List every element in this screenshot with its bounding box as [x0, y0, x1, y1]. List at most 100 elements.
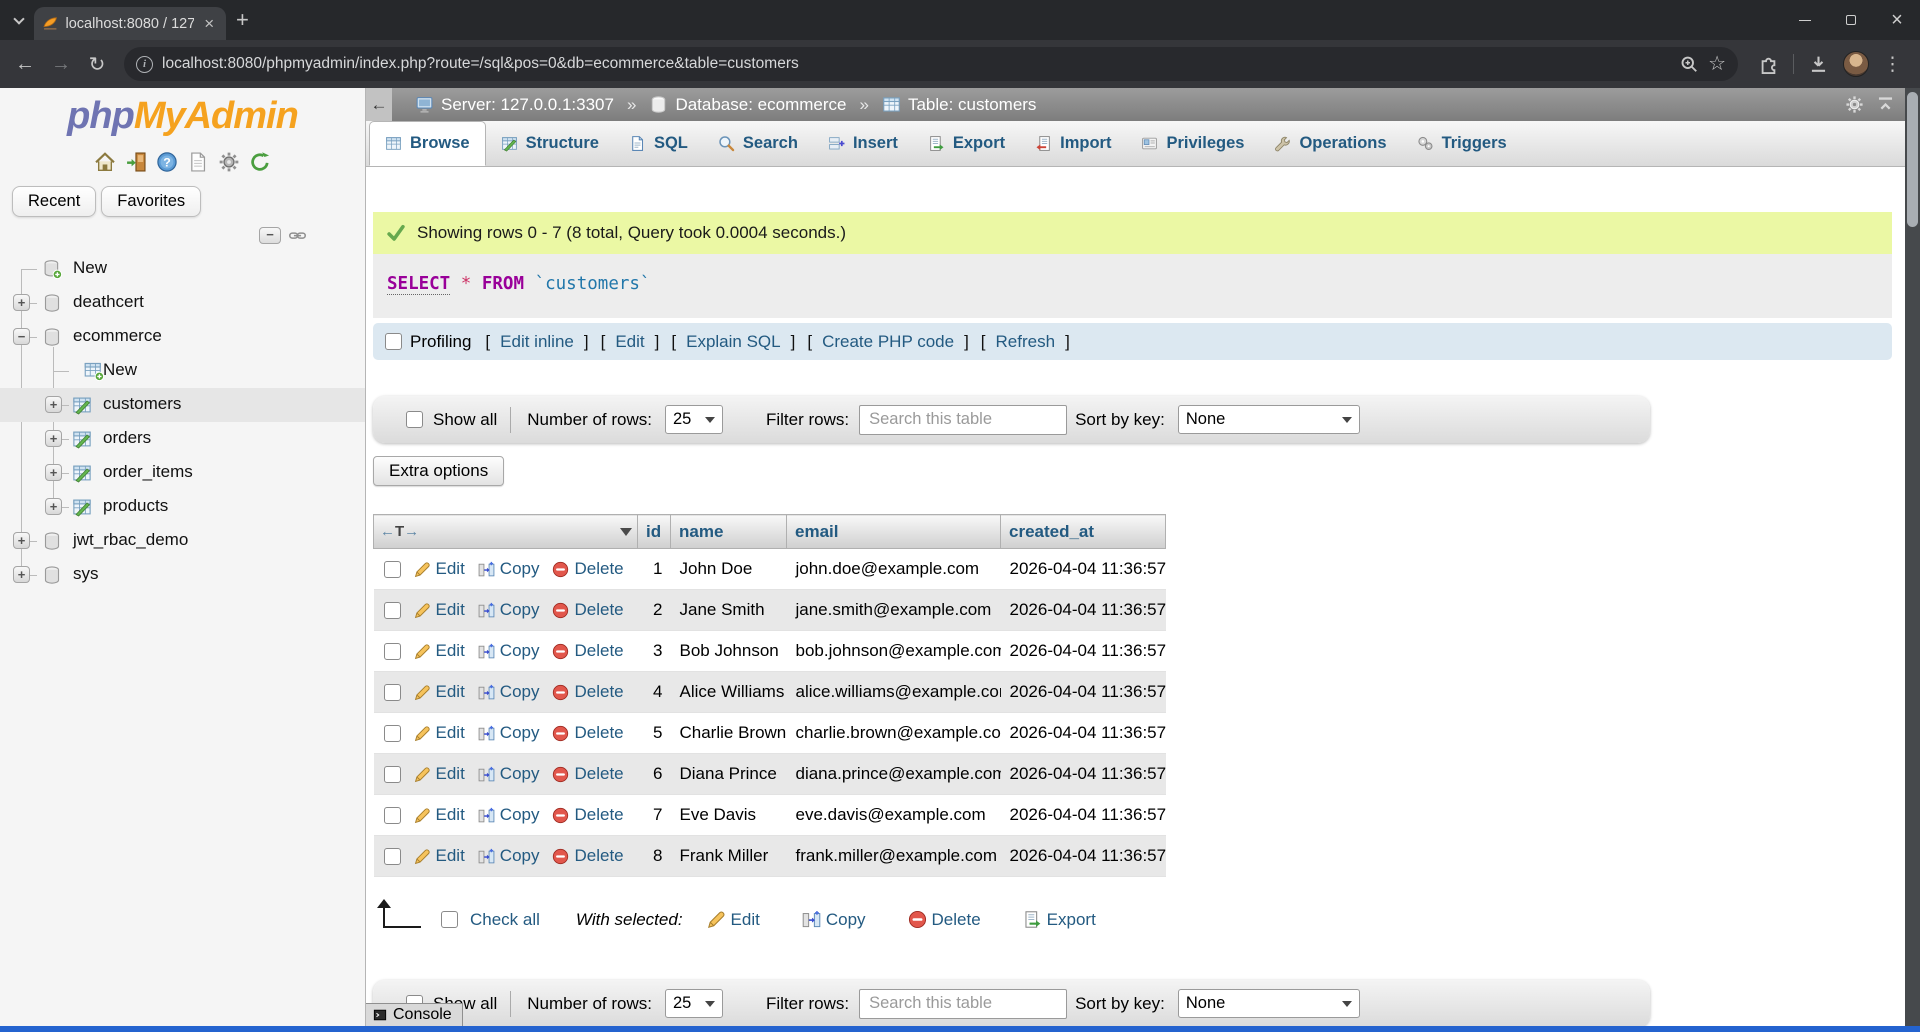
- expand-icon[interactable]: [13, 566, 30, 583]
- column-header-created-at[interactable]: created_at: [1001, 515, 1166, 549]
- settings-gear-icon[interactable]: [218, 151, 240, 173]
- row-edit-link[interactable]: Edit: [414, 846, 465, 866]
- row-delete-link[interactable]: Delete: [552, 641, 623, 661]
- row-select-checkbox[interactable]: [384, 684, 401, 701]
- row-copy-link[interactable]: Copy: [478, 805, 540, 825]
- favorites-tab[interactable]: Favorites: [101, 186, 201, 217]
- row-copy-link[interactable]: Copy: [478, 600, 540, 620]
- new-tab-button[interactable]: +: [236, 10, 249, 30]
- home-icon[interactable]: [94, 151, 116, 173]
- hide-sidebar-button[interactable]: ←: [366, 88, 392, 121]
- profiling-checkbox[interactable]: [385, 333, 402, 350]
- expand-icon[interactable]: [45, 464, 62, 481]
- expand-icon[interactable]: [45, 396, 62, 413]
- row-edit-link[interactable]: Edit: [414, 764, 465, 784]
- page-settings-gear-icon[interactable]: [1845, 95, 1864, 114]
- column-options-icon[interactable]: ←T→: [380, 523, 419, 540]
- tree-item-customers[interactable]: customers: [0, 388, 365, 422]
- tree-item-ecommerce[interactable]: ecommerce: [0, 320, 365, 354]
- row-edit-link[interactable]: Edit: [414, 559, 465, 579]
- row-select-checkbox[interactable]: [384, 766, 401, 783]
- tab-operations[interactable]: Operations: [1259, 121, 1401, 166]
- expand-icon[interactable]: [13, 294, 30, 311]
- row-options-header[interactable]: ←T→: [374, 515, 638, 549]
- table-filter-input[interactable]: [859, 405, 1067, 435]
- edit-link[interactable]: Edit: [615, 332, 644, 352]
- sort-by-key-select[interactable]: None: [1178, 989, 1360, 1018]
- row-edit-link[interactable]: Edit: [414, 600, 465, 620]
- breadcrumb-table[interactable]: Table: customers: [882, 95, 1037, 115]
- tree-item-new-database[interactable]: New: [0, 252, 365, 286]
- site-info-icon[interactable]: i: [136, 56, 153, 73]
- row-copy-link[interactable]: Copy: [478, 723, 540, 743]
- tab-insert[interactable]: Insert: [813, 121, 913, 166]
- collapse-all-button[interactable]: [259, 227, 281, 244]
- logout-icon[interactable]: [125, 151, 147, 173]
- extra-options-button[interactable]: Extra options: [373, 456, 504, 486]
- row-edit-link[interactable]: Edit: [414, 723, 465, 743]
- link-databases-icon[interactable]: [288, 226, 307, 245]
- sort-descending-icon[interactable]: [620, 528, 632, 536]
- number-of-rows-select[interactable]: 25: [665, 405, 723, 434]
- browser-menu-icon[interactable]: ⋮: [1883, 53, 1902, 76]
- tab-search-button[interactable]: [8, 10, 30, 32]
- help-icon[interactable]: [156, 151, 178, 173]
- scrollbar-thumb[interactable]: [1907, 92, 1918, 227]
- tab-sql[interactable]: SQL: [614, 121, 703, 166]
- extensions-icon[interactable]: [1758, 54, 1779, 75]
- collapse-icon[interactable]: [13, 328, 30, 345]
- sql-query-box[interactable]: SELECT * FROM `customers`: [373, 254, 1892, 318]
- reload-navigation-icon[interactable]: [249, 151, 271, 173]
- window-maximize-button[interactable]: [1828, 0, 1874, 40]
- documentation-icon[interactable]: [187, 151, 209, 173]
- tab-search[interactable]: Search: [703, 121, 813, 166]
- sort-by-key-select[interactable]: None: [1178, 405, 1360, 434]
- forward-button[interactable]: →: [46, 49, 76, 79]
- row-delete-link[interactable]: Delete: [552, 559, 623, 579]
- tree-item-products[interactable]: products: [0, 490, 365, 524]
- tab-export[interactable]: Export: [913, 121, 1020, 166]
- row-select-checkbox[interactable]: [384, 848, 401, 865]
- column-header-name[interactable]: name: [671, 515, 787, 549]
- check-all-label[interactable]: Check all: [470, 910, 540, 930]
- breadcrumb-server[interactable]: Server: 127.0.0.1:3307: [415, 95, 614, 115]
- create-php-code-link[interactable]: Create PHP code: [822, 332, 954, 352]
- table-filter-input[interactable]: [859, 989, 1067, 1019]
- selected-edit-button[interactable]: Edit: [707, 910, 760, 930]
- row-delete-link[interactable]: Delete: [552, 764, 623, 784]
- explain-sql-link[interactable]: Explain SQL: [686, 332, 781, 352]
- browser-tab[interactable]: localhost:8080 / 127.0.0.1 / eco ×: [34, 7, 226, 40]
- row-copy-link[interactable]: Copy: [478, 559, 540, 579]
- row-delete-link[interactable]: Delete: [552, 723, 623, 743]
- tab-privileges[interactable]: Privileges: [1126, 121, 1259, 166]
- check-all-checkbox[interactable]: [441, 911, 458, 928]
- tab-close-icon[interactable]: ×: [201, 15, 218, 32]
- row-delete-link[interactable]: Delete: [552, 805, 623, 825]
- row-delete-link[interactable]: Delete: [552, 682, 623, 702]
- tab-browse[interactable]: Browse: [369, 121, 486, 166]
- row-select-checkbox[interactable]: [384, 643, 401, 660]
- selected-delete-button[interactable]: Delete: [908, 910, 981, 930]
- row-copy-link[interactable]: Copy: [478, 641, 540, 661]
- bookmark-star-icon[interactable]: ☆: [1708, 54, 1726, 74]
- back-button[interactable]: ←: [10, 49, 40, 79]
- tree-item-order-items[interactable]: order_items: [0, 456, 365, 490]
- window-minimize-button[interactable]: [1782, 0, 1828, 40]
- row-copy-link[interactable]: Copy: [478, 764, 540, 784]
- row-delete-link[interactable]: Delete: [552, 600, 623, 620]
- profile-avatar[interactable]: [1843, 51, 1869, 77]
- expand-icon[interactable]: [45, 498, 62, 515]
- console-tab[interactable]: Console: [366, 1003, 463, 1026]
- address-bar[interactable]: i localhost:8080/phpmyadmin/index.php?ro…: [124, 47, 1738, 81]
- phpmyadmin-logo[interactable]: phpMyAdmin: [0, 95, 365, 138]
- selected-export-button[interactable]: Export: [1023, 910, 1096, 930]
- tree-item-deathcert[interactable]: deathcert: [0, 286, 365, 320]
- edit-inline-link[interactable]: Edit inline: [500, 332, 574, 352]
- tab-triggers[interactable]: Triggers: [1402, 121, 1522, 166]
- tab-import[interactable]: Import: [1020, 121, 1126, 166]
- expand-icon[interactable]: [45, 430, 62, 447]
- window-close-button[interactable]: ×: [1874, 0, 1920, 40]
- tree-item-new-table[interactable]: New: [0, 354, 365, 388]
- tab-structure[interactable]: Structure: [486, 121, 614, 166]
- expand-icon[interactable]: [13, 532, 30, 549]
